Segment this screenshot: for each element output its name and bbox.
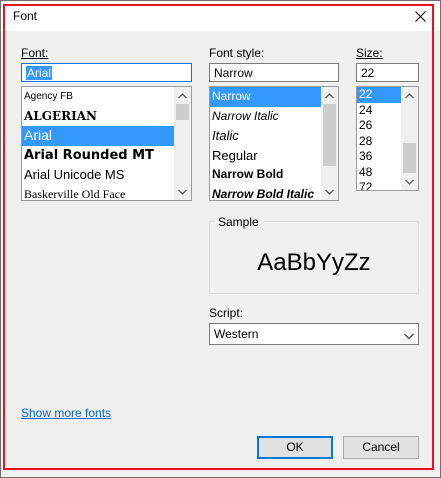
font-list[interactable]: Agency FB ALGERIAN Arial Arial Rounded MT Ar… [21,86,192,201]
font-item[interactable]: Arial [22,126,174,146]
size-input-value: 22 [361,66,375,80]
style-item[interactable]: Italic [210,126,321,146]
scroll-down-button[interactable] [401,173,418,190]
font-style-input[interactable]: Narrow [209,63,339,82]
scroll-up-button[interactable] [174,87,191,104]
size-input[interactable]: 22 [356,63,419,82]
chevron-down-icon [405,179,414,185]
font-item[interactable]: Arial Rounded MT [22,146,174,166]
font-style-input-value: Narrow [214,66,253,80]
script-label-text: Script: [209,306,244,320]
size-list-scroll-thumb[interactable] [403,143,416,173]
size-label-text: Size: [356,46,383,60]
style-item[interactable]: Narrow [210,87,321,107]
style-item[interactable]: Regular [210,146,321,166]
font-item[interactable]: Arial Unicode MS [22,165,174,185]
style-item[interactable]: Narrow Italic [210,107,321,127]
chevron-down-icon [178,189,187,195]
size-item[interactable]: 48 [357,165,401,181]
size-item[interactable]: 36 [357,149,401,165]
chevron-down-icon [404,329,414,343]
font-input[interactable]: Arial [21,63,192,82]
chevron-up-icon [325,92,334,98]
size-item[interactable]: 24 [357,103,401,119]
font-style-list[interactable]: Narrow Narrow Italic Italic Regular Narrow B… [209,86,339,201]
close-icon [414,10,426,22]
size-list-scrollbar[interactable] [401,87,418,190]
font-item[interactable]: ALGERIAN [22,107,174,127]
sample-label: Sample [215,215,262,229]
script-select-value: Western [214,327,259,341]
font-style-list-scroll-thumb[interactable] [323,104,336,166]
show-more-fonts-link[interactable]: Show more fonts [21,406,111,420]
font-style-list-scrollbar[interactable] [321,87,338,200]
size-item[interactable]: 28 [357,134,401,150]
size-item[interactable]: 22 [357,87,401,103]
scroll-up-button[interactable] [401,87,418,104]
font-list-scrollbar[interactable] [174,87,191,200]
font-input-value: Arial [26,66,53,80]
window-title: Font [13,9,38,23]
font-label-text: Font: [21,46,49,60]
font-item[interactable]: Agency FB [22,87,174,107]
close-button[interactable] [406,5,434,27]
font-list-scroll-thumb[interactable] [176,104,189,120]
ok-button[interactable]: OK [257,436,333,459]
scroll-down-button[interactable] [321,183,338,200]
scroll-up-button[interactable] [321,87,338,104]
size-item[interactable]: 26 [357,118,401,134]
chevron-down-icon [325,189,334,195]
chevron-up-icon [178,92,187,98]
chevron-up-icon [405,92,414,98]
font-dialog: Font Font: Arial Agency FB ALGERIAN Arial A… [0,0,441,478]
size-list[interactable]: 22 24 26 28 36 48 72 [356,86,419,191]
style-item[interactable]: Narrow Bold Italic [210,185,321,201]
cancel-button[interactable]: Cancel [343,436,419,459]
script-select[interactable]: Western [209,323,419,345]
font-item[interactable]: Baskerville Old Face [22,185,174,201]
size-label: Size: [356,46,383,60]
style-item[interactable]: Narrow Bold [210,165,321,185]
font-label: Font: [21,46,48,60]
scroll-down-button[interactable] [174,183,191,200]
title-bar[interactable]: Font [1,1,440,31]
size-item[interactable]: 72 [357,180,401,190]
sample-preview: AaBbYyZz [257,249,371,276]
script-label: Script: [209,306,243,320]
font-style-label-text: Font style: [209,46,265,60]
font-style-label: Font style: [209,46,264,60]
